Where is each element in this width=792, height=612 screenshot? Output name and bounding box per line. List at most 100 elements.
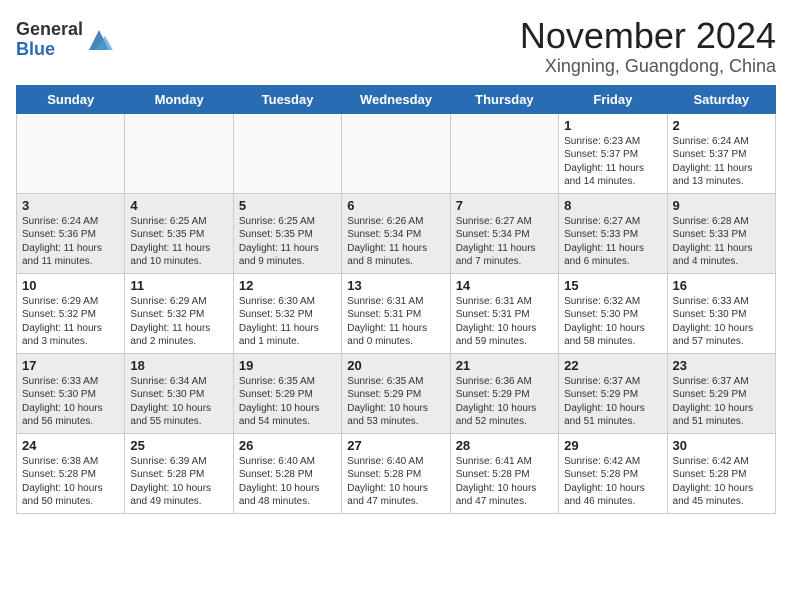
day-cell-4: 4 Sunrise: 6:25 AM Sunset: 5:35 PM Daylig… (125, 193, 233, 273)
day-number: 3 (22, 198, 119, 213)
day-cell-14: 14 Sunrise: 6:31 AM Sunset: 5:31 PM Dayli… (450, 273, 558, 353)
day-cell-30: 30 Sunrise: 6:42 AM Sunset: 5:28 PM Dayli… (667, 433, 775, 513)
day-header-saturday: Saturday (667, 85, 775, 113)
day-info: Sunrise: 6:25 AM Sunset: 5:35 PM Dayligh… (239, 215, 336, 269)
day-header-friday: Friday (559, 85, 667, 113)
logo-text: General Blue (16, 20, 83, 60)
empty-cell (17, 113, 125, 193)
day-number: 21 (456, 358, 553, 373)
week-row-1: 1Sunrise: 6:23 AM Sunset: 5:37 PM Daylig… (17, 113, 776, 193)
day-info: Sunrise: 6:37 AM Sunset: 5:29 PM Dayligh… (673, 375, 770, 429)
day-cell-15: 15Sunrise: 6:32 AM Sunset: 5:30 PM Dayli… (559, 273, 667, 353)
day-info: Sunrise: 6:24 AM Sunset: 5:36 PM Dayligh… (22, 215, 119, 269)
day-cell-1: 1Sunrise: 6:23 AM Sunset: 5:37 PM Daylig… (559, 113, 667, 193)
day-info: Sunrise: 6:41 AM Sunset: 5:28 PM Dayligh… (456, 455, 553, 509)
day-number: 19 (239, 358, 336, 373)
day-info: Sunrise: 6:28 AM Sunset: 5:33 PM Dayligh… (673, 215, 770, 269)
day-info: Sunrise: 6:27 AM Sunset: 5:33 PM Dayligh… (564, 215, 661, 269)
empty-cell (125, 113, 233, 193)
day-cell-7: 7 Sunrise: 6:27 AM Sunset: 5:34 PM Daylig… (450, 193, 558, 273)
day-number: 2 (673, 118, 770, 133)
day-info: Sunrise: 6:31 AM Sunset: 5:31 PM Dayligh… (456, 295, 553, 349)
day-number: 4 (130, 198, 227, 213)
week-row-3: 10 Sunrise: 6:29 AM Sunset: 5:32 PM Dayli… (17, 273, 776, 353)
calendar-table: SundayMondayTuesdayWednesdayThursdayFrid… (16, 85, 776, 514)
day-info: Sunrise: 6:37 AM Sunset: 5:29 PM Dayligh… (564, 375, 661, 429)
day-info: Sunrise: 6:36 AM Sunset: 5:29 PM Dayligh… (456, 375, 553, 429)
day-number: 13 (347, 278, 444, 293)
day-number: 28 (456, 438, 553, 453)
day-cell-21: 21 Sunrise: 6:36 AM Sunset: 5:29 PM Dayli… (450, 353, 558, 433)
day-number: 23 (673, 358, 770, 373)
day-number: 30 (673, 438, 770, 453)
day-header-sunday: Sunday (17, 85, 125, 113)
day-cell-26: 26Sunrise: 6:40 AM Sunset: 5:28 PM Dayli… (233, 433, 341, 513)
week-row-5: 24Sunrise: 6:38 AM Sunset: 5:28 PM Dayli… (17, 433, 776, 513)
day-number: 11 (130, 278, 227, 293)
day-header-wednesday: Wednesday (342, 85, 450, 113)
empty-cell (233, 113, 341, 193)
day-info: Sunrise: 6:31 AM Sunset: 5:31 PM Dayligh… (347, 295, 444, 349)
day-cell-18: 18 Sunrise: 6:34 AM Sunset: 5:30 PM Dayli… (125, 353, 233, 433)
empty-cell (450, 113, 558, 193)
day-cell-28: 28 Sunrise: 6:41 AM Sunset: 5:28 PM Dayli… (450, 433, 558, 513)
day-info: Sunrise: 6:34 AM Sunset: 5:30 PM Dayligh… (130, 375, 227, 429)
day-cell-16: 16 Sunrise: 6:33 AM Sunset: 5:30 PM Dayli… (667, 273, 775, 353)
logo-icon (85, 26, 113, 54)
day-info: Sunrise: 6:29 AM Sunset: 5:32 PM Dayligh… (130, 295, 227, 349)
day-info: Sunrise: 6:32 AM Sunset: 5:30 PM Dayligh… (564, 295, 661, 349)
day-cell-6: 6Sunrise: 6:26 AM Sunset: 5:34 PM Daylig… (342, 193, 450, 273)
day-number: 16 (673, 278, 770, 293)
day-number: 22 (564, 358, 661, 373)
day-info: Sunrise: 6:30 AM Sunset: 5:32 PM Dayligh… (239, 295, 336, 349)
day-number: 18 (130, 358, 227, 373)
day-number: 5 (239, 198, 336, 213)
day-number: 1 (564, 118, 661, 133)
day-info: Sunrise: 6:35 AM Sunset: 5:29 PM Dayligh… (347, 375, 444, 429)
empty-cell (342, 113, 450, 193)
day-cell-17: 17Sunrise: 6:33 AM Sunset: 5:30 PM Dayli… (17, 353, 125, 433)
day-cell-24: 24Sunrise: 6:38 AM Sunset: 5:28 PM Dayli… (17, 433, 125, 513)
day-number: 10 (22, 278, 119, 293)
day-info: Sunrise: 6:39 AM Sunset: 5:28 PM Dayligh… (130, 455, 227, 509)
day-cell-10: 10Sunrise: 6:29 AM Sunset: 5:32 PM Dayli… (17, 273, 125, 353)
day-info: Sunrise: 6:33 AM Sunset: 5:30 PM Dayligh… (673, 295, 770, 349)
day-number: 8 (564, 198, 661, 213)
header-row: SundayMondayTuesdayWednesdayThursdayFrid… (17, 85, 776, 113)
day-cell-9: 9Sunrise: 6:28 AM Sunset: 5:33 PM Daylig… (667, 193, 775, 273)
day-cell-12: 12 Sunrise: 6:30 AM Sunset: 5:32 PM Dayli… (233, 273, 341, 353)
day-info: Sunrise: 6:27 AM Sunset: 5:34 PM Dayligh… (456, 215, 553, 269)
day-info: Sunrise: 6:33 AM Sunset: 5:30 PM Dayligh… (22, 375, 119, 429)
week-row-2: 3 Sunrise: 6:24 AM Sunset: 5:36 PM Daylig… (17, 193, 776, 273)
week-row-4: 17Sunrise: 6:33 AM Sunset: 5:30 PM Dayli… (17, 353, 776, 433)
day-number: 7 (456, 198, 553, 213)
day-header-tuesday: Tuesday (233, 85, 341, 113)
day-info: Sunrise: 6:42 AM Sunset: 5:28 PM Dayligh… (673, 455, 770, 509)
day-info: Sunrise: 6:25 AM Sunset: 5:35 PM Dayligh… (130, 215, 227, 269)
day-number: 29 (564, 438, 661, 453)
day-info: Sunrise: 6:24 AM Sunset: 5:37 PM Dayligh… (673, 135, 770, 189)
title-area: November 2024 Xingning, Guangdong, China (520, 16, 776, 77)
day-cell-25: 25 Sunrise: 6:39 AM Sunset: 5:28 PM Dayli… (125, 433, 233, 513)
day-cell-13: 13 Sunrise: 6:31 AM Sunset: 5:31 PM Dayli… (342, 273, 450, 353)
day-number: 14 (456, 278, 553, 293)
day-cell-8: 8 Sunrise: 6:27 AM Sunset: 5:33 PM Daylig… (559, 193, 667, 273)
day-cell-20: 20Sunrise: 6:35 AM Sunset: 5:29 PM Dayli… (342, 353, 450, 433)
day-cell-11: 11 Sunrise: 6:29 AM Sunset: 5:32 PM Dayli… (125, 273, 233, 353)
day-cell-27: 27Sunrise: 6:40 AM Sunset: 5:28 PM Dayli… (342, 433, 450, 513)
day-cell-3: 3 Sunrise: 6:24 AM Sunset: 5:36 PM Daylig… (17, 193, 125, 273)
day-number: 25 (130, 438, 227, 453)
day-header-thursday: Thursday (450, 85, 558, 113)
day-cell-22: 22 Sunrise: 6:37 AM Sunset: 5:29 PM Dayli… (559, 353, 667, 433)
day-info: Sunrise: 6:38 AM Sunset: 5:28 PM Dayligh… (22, 455, 119, 509)
day-header-monday: Monday (125, 85, 233, 113)
day-cell-23: 23 Sunrise: 6:37 AM Sunset: 5:29 PM Dayli… (667, 353, 775, 433)
day-cell-5: 5 Sunrise: 6:25 AM Sunset: 5:35 PM Daylig… (233, 193, 341, 273)
day-info: Sunrise: 6:40 AM Sunset: 5:28 PM Dayligh… (347, 455, 444, 509)
day-info: Sunrise: 6:35 AM Sunset: 5:29 PM Dayligh… (239, 375, 336, 429)
location-title: Xingning, Guangdong, China (520, 56, 776, 77)
day-number: 12 (239, 278, 336, 293)
day-info: Sunrise: 6:42 AM Sunset: 5:28 PM Dayligh… (564, 455, 661, 509)
day-info: Sunrise: 6:26 AM Sunset: 5:34 PM Dayligh… (347, 215, 444, 269)
logo-blue: Blue (16, 40, 83, 60)
